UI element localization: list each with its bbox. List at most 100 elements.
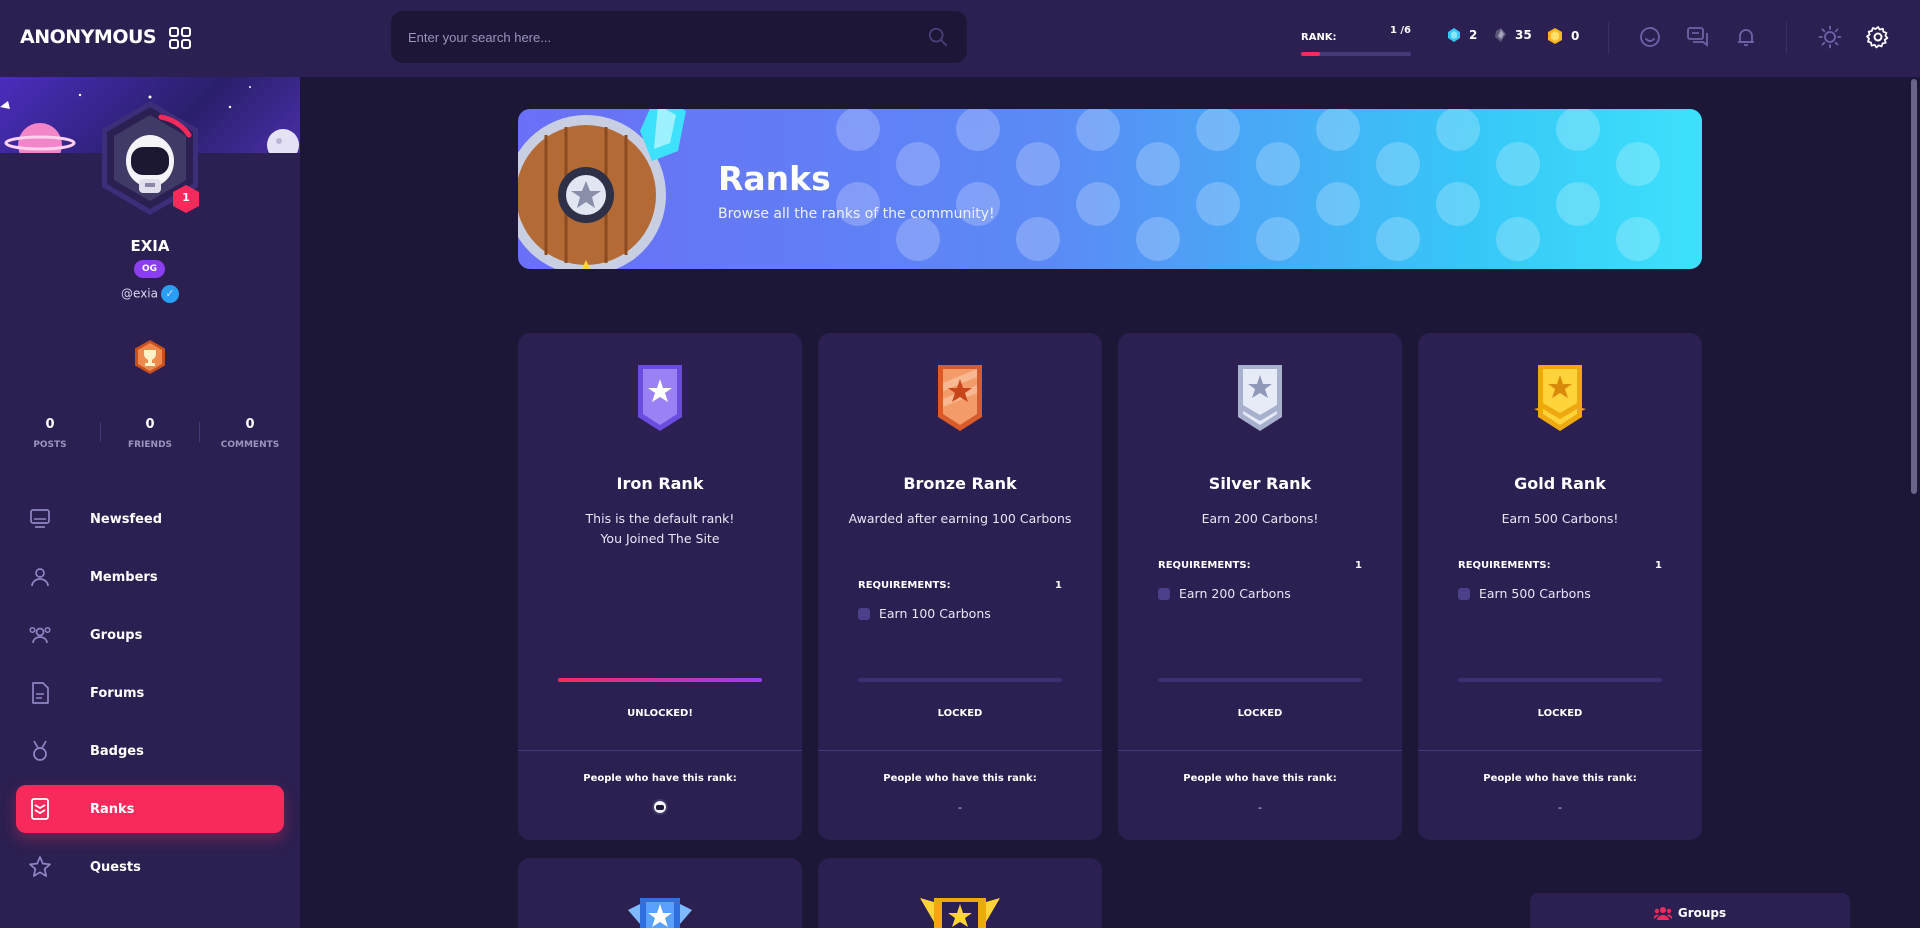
- people-label: People who have this rank:: [583, 773, 737, 784]
- count-posts[interactable]: 0 POSTS: [0, 417, 100, 450]
- search-input[interactable]: [408, 27, 908, 47]
- header-divider: [1786, 22, 1787, 54]
- profile-name[interactable]: EXIA: [0, 237, 300, 255]
- card-divider: [1118, 750, 1402, 751]
- gold-elite-rank-badge-icon: [920, 898, 1000, 928]
- sidebar-item-label: Quests: [90, 859, 141, 875]
- bronze-trophy-badge-icon[interactable]: [132, 339, 168, 375]
- people-label: People who have this rank:: [883, 773, 1037, 784]
- count-value: 0: [245, 417, 255, 432]
- rank-progress-bar: [1158, 678, 1362, 682]
- rank-description: Earn 500 Carbons!: [1501, 511, 1619, 526]
- rank-label: RANK:: [1301, 32, 1337, 43]
- count-divider: [100, 422, 101, 442]
- sidebar-item-badges[interactable]: Badges: [16, 727, 284, 775]
- gold-rank-badge-icon: [1534, 365, 1586, 431]
- og-badge: OG: [134, 260, 165, 278]
- profile-handle: @exia ✓: [0, 285, 300, 303]
- rank-name: Bronze Rank: [903, 474, 1017, 493]
- handle-text: @exia: [121, 286, 158, 301]
- rank-progress-bar: [558, 678, 762, 682]
- wooden-shield-illustration: [518, 109, 686, 269]
- light-mode-sun-icon[interactable]: [1818, 25, 1842, 49]
- member-avatar-icon[interactable]: [652, 799, 668, 815]
- rank-status: LOCKED: [937, 708, 983, 719]
- rank-progress: RANK: 1 /6: [1301, 25, 1411, 56]
- card-divider: [518, 750, 802, 751]
- dark-crystal-icon: [1495, 28, 1506, 42]
- stat-coins[interactable]: 0: [1547, 28, 1579, 44]
- rank-card-platinum: [518, 858, 802, 928]
- brand-logo[interactable]: ANONYMOUS: [20, 26, 157, 48]
- silver-rank-badge-icon: [1238, 365, 1282, 431]
- apps-grid-icon[interactable]: [168, 26, 192, 50]
- people-label: People who have this rank:: [1183, 773, 1337, 784]
- sidebar-item-label: Badges: [90, 743, 144, 759]
- profile-counts: 0 POSTS 0 FRIENDS 0 COMMENTS: [0, 417, 300, 450]
- ranks-banner: Ranks Browse all the ranks of the commun…: [518, 109, 1702, 269]
- rank-progress-fill: [558, 678, 762, 682]
- rank-name: Iron Rank: [616, 474, 704, 493]
- badges-medal-icon: [33, 740, 47, 761]
- requirement-text: Earn 200 Carbons: [1179, 586, 1291, 601]
- search-bar: [391, 11, 967, 63]
- sidebar-item-newsfeed[interactable]: Newsfeed: [16, 495, 284, 543]
- top-header: ANONYMOUS RANK: 1 /6 2 35 0: [0, 0, 1920, 77]
- rank-progress-bar: [1301, 52, 1411, 56]
- count-value: 0: [145, 417, 155, 432]
- stat-crystals[interactable]: 35: [1493, 28, 1532, 42]
- level-number: 1: [182, 191, 190, 204]
- sidebar-item-label: Ranks: [90, 801, 135, 817]
- requirement-checkbox: [1158, 587, 1170, 600]
- messages-icon[interactable]: [1686, 25, 1710, 49]
- requirement-item: Earn 100 Carbons: [858, 606, 991, 621]
- gold-coin-icon: [1548, 28, 1562, 44]
- scrollbar-thumb[interactable]: [1911, 79, 1917, 494]
- search-icon[interactable]: [927, 26, 949, 48]
- notifications-bell-icon[interactable]: [1734, 25, 1758, 49]
- rank-status: LOCKED: [1237, 708, 1283, 719]
- sidebar-item-ranks[interactable]: Ranks: [16, 785, 284, 833]
- rank-status: LOCKED: [1537, 708, 1583, 719]
- faces-pattern-illustration: [836, 109, 1660, 261]
- sidebar-item-label: Members: [90, 569, 158, 585]
- newsfeed-monitor-icon: [30, 509, 50, 528]
- rank-card-iron: Iron Rank This is the default rank! You …: [518, 333, 802, 840]
- page-subtitle: Browse all the ranks of the community!: [718, 206, 995, 222]
- requirements-label: REQUIREMENTS:: [1158, 560, 1251, 571]
- people-value: -: [958, 801, 962, 814]
- sidebar-item-groups[interactable]: Groups: [16, 611, 284, 659]
- forums-document-icon: [32, 682, 49, 704]
- groups-tab-label: Groups: [1677, 906, 1727, 920]
- groups-people-icon: [1653, 907, 1672, 920]
- stat-gems[interactable]: 2: [1447, 28, 1477, 42]
- count-value: 0: [45, 417, 55, 432]
- iron-rank-badge-icon: [638, 365, 682, 431]
- people-label: People who have this rank:: [1483, 773, 1637, 784]
- stat-crystals-value: 35: [1515, 28, 1532, 42]
- requirement-item: Earn 200 Carbons: [1158, 586, 1291, 601]
- settings-gear-icon[interactable]: [1866, 25, 1890, 49]
- count-divider: [199, 422, 200, 442]
- sidebar-item-forums[interactable]: Forums: [16, 669, 284, 717]
- page-title: Ranks: [718, 159, 831, 198]
- sidebar-item-quests[interactable]: Quests: [16, 843, 284, 891]
- sidebar-item-members[interactable]: Members: [16, 553, 284, 601]
- rank-description: This is the default rank! You Joined The…: [585, 511, 735, 546]
- rank-progress-bar: [1458, 678, 1662, 682]
- page-scrollbar[interactable]: [1908, 77, 1920, 928]
- ranks-chevrons-icon: [31, 798, 49, 820]
- card-divider: [818, 750, 1102, 751]
- rank-progress-bar: [858, 678, 1062, 682]
- requirement-text: Earn 500 Carbons: [1479, 586, 1591, 601]
- sidebar-nav: Newsfeed Members Groups Forums Badges Ra…: [16, 495, 284, 901]
- count-comments[interactable]: 0 COMMENTS: [200, 417, 300, 450]
- count-friends[interactable]: 0 FRIENDS: [100, 417, 200, 450]
- rank-card-silver: Silver Rank Earn 200 Carbons! REQUIREMEN…: [1118, 333, 1402, 840]
- avatar[interactable]: 1: [95, 99, 205, 219]
- rank-name: Gold Rank: [1514, 474, 1606, 493]
- rank-value: 1 /6: [1389, 25, 1411, 36]
- emoji-icon[interactable]: [1638, 25, 1662, 49]
- groups-chat-tab[interactable]: Groups: [1530, 893, 1850, 928]
- requirement-checkbox: [1458, 587, 1470, 600]
